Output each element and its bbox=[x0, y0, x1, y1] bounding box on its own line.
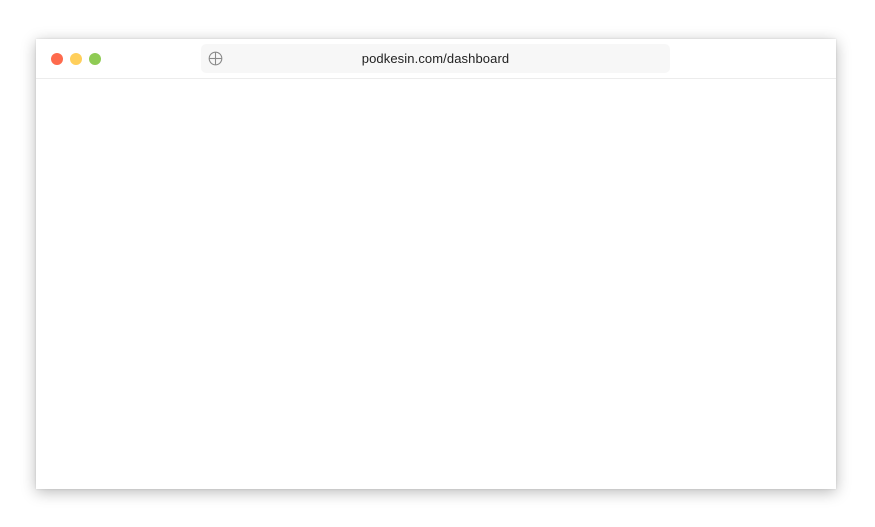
address-bar[interactable]: podkesin.com/dashboard bbox=[201, 44, 670, 73]
minimize-window-button[interactable] bbox=[70, 53, 82, 65]
close-window-button[interactable] bbox=[51, 53, 63, 65]
page-content bbox=[36, 79, 836, 489]
title-bar: podkesin.com/dashboard bbox=[36, 39, 836, 79]
browser-window: podkesin.com/dashboard bbox=[36, 39, 836, 489]
url-text[interactable]: podkesin.com/dashboard bbox=[201, 44, 670, 73]
maximize-window-button[interactable] bbox=[89, 53, 101, 65]
